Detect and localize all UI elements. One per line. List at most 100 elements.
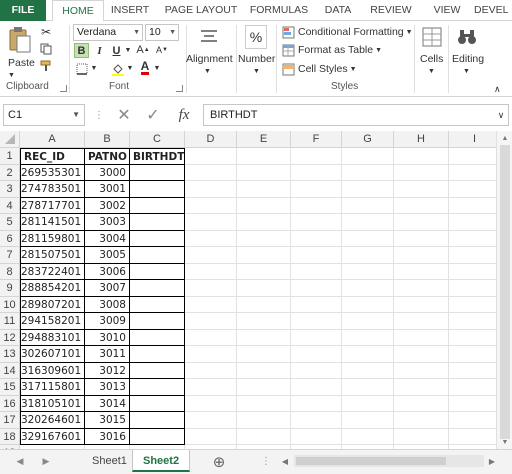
- grid-cell[interactable]: [394, 313, 449, 330]
- rec-id-cell[interactable]: 329167601: [20, 428, 85, 445]
- grid-cell[interactable]: [237, 395, 291, 412]
- row-header[interactable]: 16: [0, 395, 20, 412]
- row-header[interactable]: 13: [0, 346, 20, 363]
- grid-cell[interactable]: [342, 280, 394, 297]
- grid-cell[interactable]: [449, 148, 496, 165]
- grid-cell[interactable]: [185, 362, 237, 379]
- editing-dropdown-icon[interactable]: ▼: [463, 63, 470, 79]
- scroll-right-icon[interactable]: ▶: [487, 455, 497, 467]
- birthdt-cell[interactable]: [130, 313, 185, 330]
- grid-cell[interactable]: [237, 263, 291, 280]
- patno-cell[interactable]: 3011: [85, 346, 130, 363]
- grid-cell[interactable]: [185, 313, 237, 330]
- column-header-c[interactable]: C: [130, 131, 185, 148]
- grid-cell[interactable]: [449, 280, 496, 297]
- font-color-dropdown-icon[interactable]: ▼: [153, 61, 161, 76]
- patno-cell[interactable]: 3015: [85, 412, 130, 429]
- grid-cell[interactable]: [394, 280, 449, 297]
- fill-color-icon[interactable]: [110, 61, 125, 76]
- row-header[interactable]: 17: [0, 412, 20, 429]
- birthdt-cell[interactable]: [130, 346, 185, 363]
- grid-cell[interactable]: [237, 379, 291, 396]
- font-color-icon[interactable]: A: [138, 59, 152, 76]
- table-header-cell[interactable]: PATNO: [85, 148, 130, 165]
- grid-cell[interactable]: [291, 214, 342, 231]
- patno-cell[interactable]: 3006: [85, 263, 130, 280]
- grid-cell[interactable]: [291, 379, 342, 396]
- grid-cell[interactable]: [394, 395, 449, 412]
- grid-cell[interactable]: [237, 412, 291, 429]
- patno-cell[interactable]: 3014: [85, 395, 130, 412]
- select-all-corner[interactable]: [0, 131, 20, 148]
- grid-cell[interactable]: [449, 379, 496, 396]
- grid-cell[interactable]: [394, 296, 449, 313]
- patno-cell[interactable]: 3016: [85, 428, 130, 445]
- grid-cell[interactable]: [394, 362, 449, 379]
- column-header-e[interactable]: E: [237, 131, 291, 148]
- sheet-tab-sheet2[interactable]: Sheet2: [132, 450, 191, 472]
- row-header[interactable]: 1: [0, 148, 20, 165]
- grid-cell[interactable]: [342, 362, 394, 379]
- row-header[interactable]: 4: [0, 197, 20, 214]
- grid-cell[interactable]: [394, 379, 449, 396]
- patno-cell[interactable]: 3000: [85, 164, 130, 181]
- grid-cell[interactable]: [342, 313, 394, 330]
- birthdt-cell[interactable]: [130, 329, 185, 346]
- tab-review[interactable]: REVIEW: [366, 0, 416, 21]
- grid-cell[interactable]: [394, 329, 449, 346]
- grid-cell[interactable]: [394, 148, 449, 165]
- rec-id-cell[interactable]: 316309601: [20, 362, 85, 379]
- patno-cell[interactable]: 3012: [85, 362, 130, 379]
- birthdt-cell[interactable]: [130, 263, 185, 280]
- grid-cell[interactable]: [291, 197, 342, 214]
- rec-id-cell[interactable]: 281141501: [20, 214, 85, 231]
- alignment-icon[interactable]: [197, 25, 221, 49]
- copy-icon[interactable]: [38, 42, 54, 56]
- column-header-b[interactable]: B: [85, 131, 130, 148]
- conditional-formatting-button[interactable]: Conditional Formatting ▼: [282, 24, 413, 40]
- grid-cell[interactable]: [449, 231, 496, 247]
- rec-id-cell[interactable]: 278717701: [20, 197, 85, 214]
- grid-cell[interactable]: [185, 280, 237, 297]
- grid-cell[interactable]: [237, 247, 291, 264]
- grid-cell[interactable]: [291, 148, 342, 165]
- cells-dropdown-icon[interactable]: ▼: [428, 63, 435, 79]
- grid-cell[interactable]: [449, 313, 496, 330]
- tab-developer[interactable]: DEVEL: [474, 0, 512, 21]
- grid-cell[interactable]: [237, 428, 291, 445]
- row-header[interactable]: 14: [0, 362, 20, 379]
- grid-cell[interactable]: [394, 346, 449, 363]
- grid-cell[interactable]: [291, 247, 342, 264]
- grid-cell[interactable]: [237, 181, 291, 198]
- grid-cell[interactable]: [342, 395, 394, 412]
- grid-cell[interactable]: [185, 181, 237, 198]
- row-header[interactable]: 6: [0, 230, 20, 247]
- horizontal-scrollbar-thumb[interactable]: [296, 457, 446, 465]
- column-header-i[interactable]: I: [449, 131, 496, 148]
- row-header[interactable]: 18: [0, 428, 20, 445]
- grid-cell[interactable]: [342, 181, 394, 198]
- grid-cell[interactable]: [449, 396, 496, 412]
- row-header[interactable]: 11: [0, 313, 20, 330]
- grid-cell[interactable]: [449, 165, 496, 181]
- row-header[interactable]: 8: [0, 263, 20, 280]
- rec-id-cell[interactable]: 288854201: [20, 280, 85, 297]
- patno-cell[interactable]: 3007: [85, 280, 130, 297]
- insert-function-icon[interactable]: fx: [173, 106, 195, 124]
- rec-id-cell[interactable]: 318105101: [20, 395, 85, 412]
- column-header-h[interactable]: H: [394, 131, 449, 148]
- tab-file[interactable]: FILE: [0, 0, 46, 21]
- grid-cell[interactable]: [342, 346, 394, 363]
- birthdt-cell[interactable]: [130, 395, 185, 412]
- row-header[interactable]: 15: [0, 379, 20, 396]
- birthdt-cell[interactable]: [130, 428, 185, 445]
- patno-cell[interactable]: 3010: [85, 329, 130, 346]
- grid-cell[interactable]: [394, 230, 449, 247]
- rec-id-cell[interactable]: 294158201: [20, 313, 85, 330]
- format-as-table-button[interactable]: Format as Table ▼: [282, 42, 382, 58]
- grid-cell[interactable]: [291, 395, 342, 412]
- grid-cell[interactable]: [291, 263, 342, 280]
- cancel-entry-icon[interactable]: ✕: [115, 106, 133, 124]
- grid-cell[interactable]: [185, 247, 237, 264]
- birthdt-cell[interactable]: [130, 247, 185, 264]
